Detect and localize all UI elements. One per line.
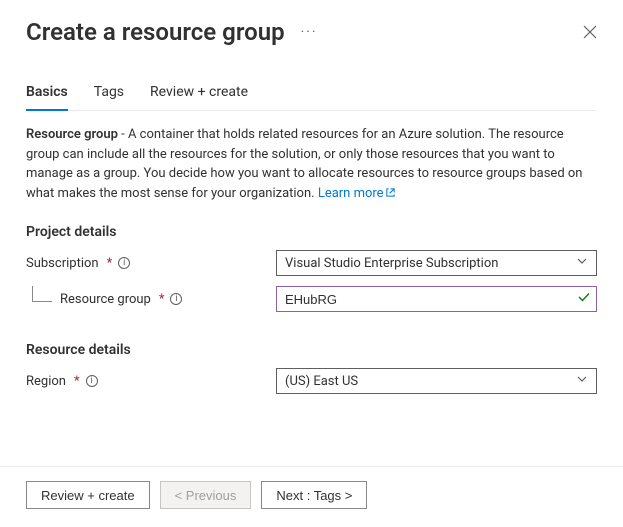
- chevron-down-icon: [576, 255, 588, 271]
- tab-bar: Basics Tags Review + create: [26, 78, 597, 111]
- required-asterisk: *: [159, 292, 165, 307]
- learn-more-label: Learn more: [318, 186, 384, 201]
- resource-group-label: Resource group: [60, 292, 151, 307]
- footer-bar: Review + create < Previous Next : Tags >: [0, 466, 623, 527]
- description-lead: Resource group: [26, 127, 118, 142]
- header-row: Create a resource group ···: [26, 18, 597, 46]
- region-label: Region: [26, 374, 66, 389]
- project-details-heading: Project details: [26, 224, 597, 240]
- description-text: Resource group - A container that holds …: [26, 125, 597, 204]
- subscription-row: Subscription * i Visual Studio Enterpris…: [26, 250, 597, 276]
- info-icon[interactable]: i: [170, 293, 182, 305]
- chevron-down-icon: [576, 373, 588, 389]
- resource-group-input-wrap: [276, 286, 597, 312]
- region-label-col: Region * i: [26, 374, 276, 389]
- tree-connector-icon: [32, 286, 52, 302]
- region-dropdown[interactable]: (US) East US: [276, 368, 597, 394]
- next-button[interactable]: Next : Tags >: [261, 481, 367, 509]
- close-button[interactable]: [583, 25, 597, 39]
- resource-group-input[interactable]: [276, 286, 597, 312]
- info-icon[interactable]: i: [118, 257, 130, 269]
- valid-check-icon: [577, 290, 591, 308]
- close-icon: [583, 25, 597, 39]
- page-title: Create a resource group: [26, 18, 285, 46]
- region-row: Region * i (US) East US: [26, 368, 597, 394]
- resource-group-label-col: Resource group * i: [26, 292, 276, 307]
- info-icon[interactable]: i: [86, 375, 98, 387]
- required-asterisk: *: [107, 256, 113, 271]
- external-link-icon: [385, 185, 396, 205]
- subscription-label-col: Subscription * i: [26, 256, 276, 271]
- previous-button: < Previous: [160, 481, 252, 509]
- resource-details-heading: Resource details: [26, 342, 597, 358]
- subscription-label: Subscription: [26, 256, 99, 271]
- subscription-value: Visual Studio Enterprise Subscription: [285, 256, 498, 271]
- required-asterisk: *: [74, 374, 80, 389]
- tab-tags[interactable]: Tags: [94, 78, 124, 110]
- region-value: (US) East US: [285, 374, 358, 389]
- create-resource-group-panel: Create a resource group ··· Basics Tags …: [0, 0, 623, 527]
- resource-group-row: Resource group * i: [26, 286, 597, 312]
- subscription-dropdown[interactable]: Visual Studio Enterprise Subscription: [276, 250, 597, 276]
- learn-more-link[interactable]: Learn more: [318, 186, 396, 201]
- review-create-button[interactable]: Review + create: [26, 481, 150, 509]
- tab-review-create[interactable]: Review + create: [150, 78, 248, 110]
- more-actions-button[interactable]: ···: [297, 24, 318, 40]
- tab-basics[interactable]: Basics: [26, 78, 68, 110]
